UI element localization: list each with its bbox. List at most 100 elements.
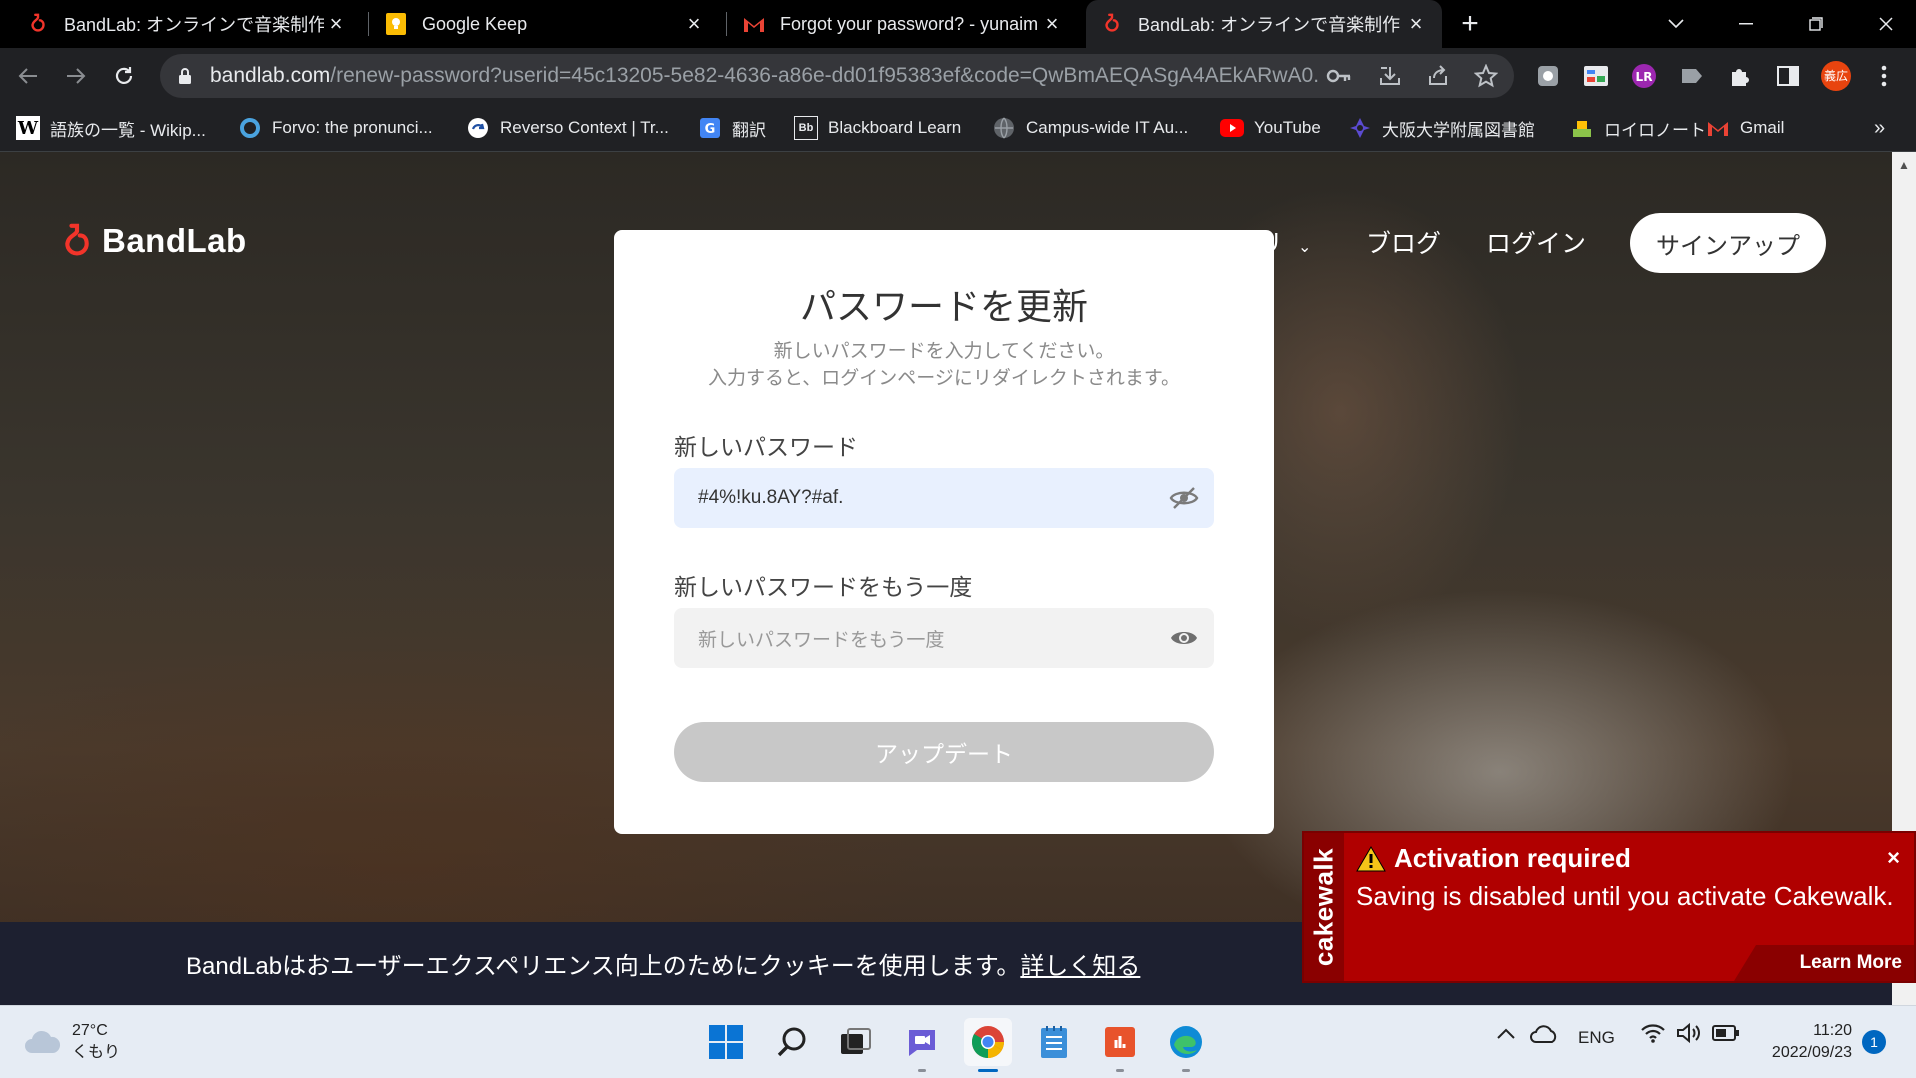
forward-button[interactable]	[58, 58, 94, 94]
bookmark-loilonote[interactable]: ロイロノート	[1570, 112, 1706, 144]
toast-close-icon[interactable]: ×	[1887, 845, 1900, 871]
subtitle-line-2: 入力すると、ログインページにリダイレクトされます。	[708, 368, 1180, 389]
new-password-input[interactable]: #4%!ku.8AY?#af.	[674, 468, 1214, 528]
close-icon[interactable]: ×	[324, 11, 348, 36]
cloud-icon	[25, 1030, 61, 1053]
weather-widget[interactable]: 27°C くもり	[24, 1020, 120, 1064]
cookie-learn-more-link[interactable]: 詳しく知る	[1020, 953, 1140, 980]
loilo-icon	[1570, 116, 1594, 140]
start-button[interactable]	[702, 1018, 750, 1066]
bandlab-logo[interactable]: BandLab	[60, 222, 247, 260]
new-tab-button[interactable]: +	[1446, 0, 1494, 48]
bookmark-label: Blackboard Learn	[828, 118, 962, 137]
bookmark-campus-it[interactable]: Campus-wide IT Au...	[992, 112, 1188, 144]
browser-toolbar: bandlab.com/renew-password?userid=45c132…	[0, 48, 1916, 104]
bookmark-translate[interactable]: G 翻訳	[698, 112, 766, 144]
bookmark-label: Forvo: the pronunci...	[272, 118, 433, 137]
translate-icon: G	[698, 116, 722, 140]
windows-taskbar: 27°C くもり ENG 11:20 2022/09/23 1	[0, 1005, 1916, 1078]
tab-title: BandLab: オンラインで音楽制作	[64, 15, 324, 35]
profile-avatar[interactable]: 義広	[1818, 58, 1854, 94]
subtitle-line-1: 新しいパスワードを入力してください。	[773, 341, 1115, 362]
extensions-puzzle-icon[interactable]	[1722, 58, 1758, 94]
restore-button[interactable]	[1786, 0, 1846, 48]
taskbar-notepad-app[interactable]	[1030, 1018, 1078, 1066]
bookmark-gmail[interactable]: Gmail	[1706, 112, 1784, 144]
install-app-icon[interactable]	[1378, 64, 1402, 88]
nav-login-link[interactable]: ログイン	[1486, 224, 1586, 260]
minimize-button[interactable]	[1716, 0, 1776, 48]
learn-more-button[interactable]: Learn More	[1734, 945, 1914, 981]
extension-tag-icon[interactable]	[1674, 58, 1710, 94]
eye-off-icon[interactable]	[1154, 486, 1214, 510]
show-hidden-icons-chevron[interactable]	[1496, 1026, 1516, 1040]
nav-blog-link[interactable]: ブログ	[1366, 224, 1441, 260]
bookmark-youtube[interactable]: YouTube	[1220, 112, 1321, 144]
bookmark-label: 翻訳	[732, 120, 766, 140]
volume-icon[interactable]	[1676, 1022, 1702, 1044]
tab-google-keep[interactable]: Google Keep ×	[370, 0, 720, 48]
reload-button[interactable]	[106, 58, 142, 94]
url-host: bandlab.com	[210, 64, 331, 87]
extension-record-icon[interactable]	[1530, 58, 1566, 94]
side-panel-icon[interactable]	[1770, 58, 1806, 94]
bookmark-label: Gmail	[1740, 118, 1785, 137]
svg-text:G: G	[705, 122, 716, 137]
tab-gmail[interactable]: Forgot your password? - yunaim ×	[728, 0, 1078, 48]
tab-bandlab-active[interactable]: BandLab: オンラインで音楽制作 ×	[1086, 0, 1442, 48]
close-icon[interactable]: ×	[682, 11, 706, 36]
scroll-up-icon[interactable]: ▲	[1898, 158, 1910, 172]
system-clock[interactable]: 11:20 2022/09/23	[1756, 1020, 1852, 1064]
taskbar-chrome-app[interactable]	[964, 1018, 1012, 1072]
signup-button[interactable]: サインアップ	[1630, 213, 1826, 273]
key-icon[interactable]	[1326, 66, 1352, 86]
wifi-icon[interactable]	[1640, 1022, 1666, 1044]
url-text: bandlab.com/renew-password?userid=45c132…	[210, 64, 1320, 88]
youtube-icon	[1220, 116, 1244, 140]
address-bar[interactable]: bandlab.com/renew-password?userid=45c132…	[160, 54, 1514, 98]
bookmark-osaka-library[interactable]: 大阪大学附属図書館	[1348, 112, 1535, 144]
chrome-icon	[971, 1026, 1005, 1058]
bookmark-wikipedia[interactable]: W 語族の一覧 - Wikip...	[16, 112, 206, 144]
tab-separator	[368, 12, 369, 36]
tab-bandlab-1[interactable]: BandLab: オンラインで音楽制作 ×	[12, 0, 362, 48]
extension-translate-icon[interactable]	[1578, 58, 1614, 94]
cakewalk-activation-toast[interactable]: cakewalk Activation required Saving is d…	[1302, 831, 1916, 983]
bandlab-icon	[1100, 12, 1124, 36]
clock-date: 2022/09/23	[1771, 1044, 1852, 1061]
back-button[interactable]	[10, 58, 46, 94]
task-view-icon	[841, 1028, 871, 1054]
close-icon[interactable]: ×	[1040, 11, 1064, 36]
bookmark-reverso[interactable]: Reverso Context | Tr...	[466, 112, 669, 144]
app-indicator	[978, 1069, 998, 1072]
close-icon[interactable]: ×	[1404, 11, 1428, 36]
bookmark-star-icon[interactable]	[1474, 64, 1498, 88]
toast-title-text: Activation required	[1394, 843, 1631, 873]
tab-search-icon[interactable]	[1646, 0, 1706, 48]
onedrive-icon[interactable]	[1530, 1024, 1558, 1044]
confirm-password-input[interactable]: 新しいパスワードをもう一度	[674, 608, 1214, 668]
battery-icon[interactable]	[1712, 1024, 1740, 1042]
lock-icon[interactable]	[178, 67, 196, 85]
language-indicator[interactable]: ENG	[1578, 1028, 1615, 1048]
task-view-button[interactable]	[832, 1018, 880, 1066]
taskbar-search-button[interactable]	[768, 1018, 816, 1066]
extension-lr-icon[interactable]: LR	[1626, 58, 1662, 94]
chevron-down-icon: ⌄	[1297, 239, 1312, 256]
taskbar-edge-app[interactable]	[1162, 1018, 1210, 1072]
notification-badge[interactable]: 1	[1862, 1030, 1886, 1054]
share-icon[interactable]	[1426, 64, 1450, 88]
wikipedia-icon: W	[16, 116, 40, 140]
update-button[interactable]: アップデート	[674, 722, 1214, 782]
eye-icon[interactable]	[1154, 627, 1214, 649]
tab-separator	[726, 12, 727, 36]
taskbar-office-app[interactable]	[1096, 1018, 1144, 1072]
tab-title: Forgot your password? - yunaim	[780, 13, 1039, 34]
chat-icon	[909, 1030, 935, 1056]
taskbar-chat-app[interactable]	[898, 1018, 946, 1072]
bookmark-forvo[interactable]: Forvo: the pronunci...	[238, 112, 433, 144]
bookmarks-overflow-button[interactable]: »	[1874, 112, 1885, 144]
close-window-button[interactable]	[1856, 0, 1916, 48]
bookmark-blackboard[interactable]: Bb Blackboard Learn	[794, 112, 961, 144]
menu-kebab-icon[interactable]	[1866, 58, 1902, 94]
